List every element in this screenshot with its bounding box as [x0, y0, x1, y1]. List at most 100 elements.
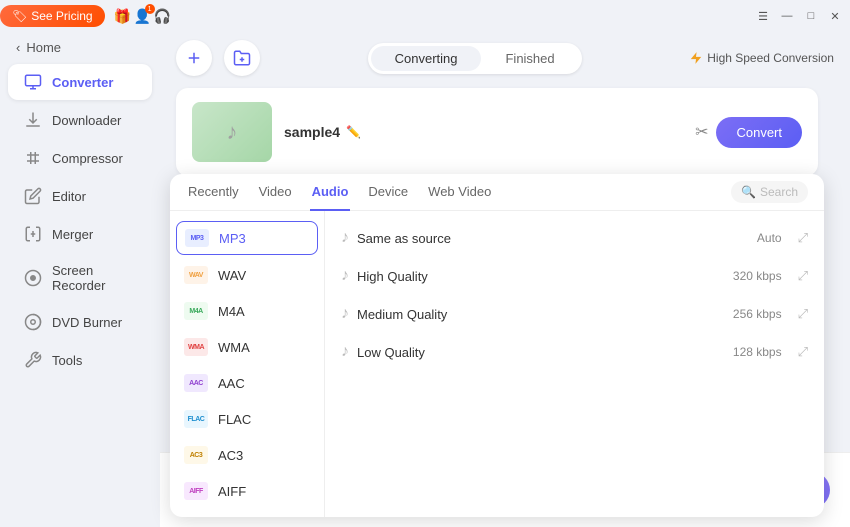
lightning-icon — [689, 51, 703, 65]
tab-converting[interactable]: Converting — [371, 46, 482, 71]
format-item-mp3[interactable]: MP3 MP3 — [176, 221, 318, 255]
file-actions: ✂ Convert — [695, 117, 802, 148]
format-item-aiff[interactable]: AIFF AIFF — [170, 473, 324, 509]
maximize-button[interactable]: □ — [804, 9, 818, 23]
ac3-icon: AC3 — [184, 446, 208, 464]
quality-item-medium[interactable]: ♪ Medium Quality 256 kbps ⤢ — [325, 295, 824, 333]
converter-label: Converter — [52, 75, 113, 90]
sidebar-item-tools[interactable]: Tools — [8, 342, 152, 378]
format-item-flac[interactable]: FLAC FLAC — [170, 401, 324, 437]
file-name-text: sample4 — [284, 124, 340, 140]
window-controls: ☰ — □ ✕ — [756, 9, 842, 23]
main-content: Converting Finished High Speed Conversio… — [160, 0, 850, 527]
sidebar-item-editor[interactable]: Editor — [8, 178, 152, 214]
sidebar-item-dvd-burner[interactable]: DVD Burner — [8, 304, 152, 340]
tab-web-video[interactable]: Web Video — [426, 174, 493, 211]
m4a-icon: M4A — [184, 302, 208, 320]
quality-label-same: Same as source — [357, 231, 749, 246]
downloader-icon — [24, 111, 42, 129]
back-home-button[interactable]: ‹ Home — [0, 32, 160, 63]
sidebar-item-compressor[interactable]: Compressor — [8, 140, 152, 176]
aac-label: AAC — [218, 376, 245, 391]
hamburger-icon[interactable]: ☰ — [756, 9, 770, 23]
close-button[interactable]: ✕ — [828, 9, 842, 23]
search-icon: 🔍 — [741, 185, 756, 199]
conversion-tab-group: Converting Finished — [368, 43, 582, 74]
add-folder-icon — [233, 49, 251, 67]
compressor-icon — [24, 149, 42, 167]
user-icon[interactable]: 👤 1 — [133, 6, 153, 26]
music-note-icon-q1: ♪ — [341, 267, 349, 285]
tab-audio[interactable]: Audio — [310, 174, 351, 211]
quality-label-high: High Quality — [357, 269, 725, 284]
wav-label: WAV — [218, 268, 246, 283]
aac-icon: AAC — [184, 374, 208, 392]
aiff-label: AIFF — [218, 484, 246, 499]
quality-item-high[interactable]: ♪ High Quality 320 kbps ⤢ — [325, 257, 824, 295]
file-thumbnail: ♪ — [192, 102, 272, 162]
editor-label: Editor — [52, 189, 86, 204]
music-note-icon: ♪ — [227, 119, 238, 145]
see-pricing-label: See Pricing — [31, 9, 92, 23]
tab-video[interactable]: Video — [257, 174, 294, 211]
format-item-wma[interactable]: WMA WMA — [170, 329, 324, 365]
quality-edit-low[interactable]: ⤢ — [798, 344, 808, 360]
format-item-aac[interactable]: AAC AAC — [170, 365, 324, 401]
headset-icon[interactable]: 🎧 — [153, 6, 173, 26]
content-area: ♪ sample4 ✏️ ✂ Convert Recently Video Au — [160, 84, 834, 452]
add-file-button[interactable] — [176, 40, 212, 76]
quality-value-low: 128 kbps — [733, 345, 782, 359]
quality-edit-same[interactable]: ⤢ — [798, 230, 808, 246]
convert-button[interactable]: Convert — [716, 117, 802, 148]
format-tabs-row: Recently Video Audio Device Web Video 🔍 … — [170, 174, 824, 211]
titlebar-left: 🏷 See Pricing 🎁 👤 1 🎧 — [0, 0, 173, 32]
top-toolbar: Converting Finished High Speed Conversio… — [160, 32, 850, 84]
edit-name-icon[interactable]: ✏️ — [346, 125, 361, 139]
format-item-m4a[interactable]: M4A M4A — [170, 293, 324, 329]
wav-icon: WAV — [184, 266, 208, 284]
compressor-label: Compressor — [52, 151, 123, 166]
quality-value-same: Auto — [757, 231, 782, 245]
dvd-burner-icon — [24, 313, 42, 331]
quality-item-low[interactable]: ♪ Low Quality 128 kbps ⤢ — [325, 333, 824, 371]
dropdown-body: MP3 MP3 WAV WAV M4A M4A WMA — [170, 211, 824, 517]
minimize-button[interactable]: — — [780, 9, 794, 23]
sidebar: ‹ Home Converter Downloader Compressor E… — [0, 0, 160, 527]
flac-label: FLAC — [218, 412, 251, 427]
sidebar-item-downloader[interactable]: Downloader — [8, 102, 152, 138]
mp3-icon: MP3 — [185, 229, 209, 247]
music-note-icon-q3: ♪ — [341, 343, 349, 361]
wma-icon: WMA — [184, 338, 208, 356]
format-item-wav[interactable]: WAV WAV — [170, 257, 324, 293]
tools-label: Tools — [52, 353, 82, 368]
add-file-icon — [185, 49, 203, 67]
dropdown-inner: Recently Video Audio Device Web Video 🔍 … — [170, 174, 824, 517]
file-name: sample4 ✏️ — [284, 124, 683, 140]
scissors-icon[interactable]: ✂ — [695, 122, 708, 142]
gift-icon[interactable]: 🎁 — [113, 6, 133, 26]
tab-finished[interactable]: Finished — [481, 46, 578, 71]
merger-icon — [24, 225, 42, 243]
quality-list: ♪ Same as source Auto ⤢ ♪ High Quality 3… — [325, 211, 824, 517]
sidebar-item-merger[interactable]: Merger — [8, 216, 152, 252]
dvd-burner-label: DVD Burner — [52, 315, 122, 330]
tab-recently[interactable]: Recently — [186, 174, 241, 211]
see-pricing-button[interactable]: 🏷 See Pricing — [0, 5, 105, 27]
music-note-icon-q0: ♪ — [341, 229, 349, 247]
format-item-ac3[interactable]: AC3 AC3 — [170, 437, 324, 473]
quality-item-same[interactable]: ♪ Same as source Auto ⤢ — [325, 219, 824, 257]
editor-icon — [24, 187, 42, 205]
sidebar-item-screen-recorder[interactable]: Screen Recorder — [8, 254, 152, 302]
titlebar: 🏷 See Pricing 🎁 👤 1 🎧 ☰ — □ ✕ — [0, 0, 850, 32]
tab-device[interactable]: Device — [366, 174, 410, 211]
add-folder-button[interactable] — [224, 40, 260, 76]
quality-edit-high[interactable]: ⤢ — [798, 268, 808, 284]
search-placeholder: Search — [760, 185, 798, 199]
sidebar-item-converter[interactable]: Converter — [8, 64, 152, 100]
tools-icon — [24, 351, 42, 369]
format-dropdown: Recently Video Audio Device Web Video 🔍 … — [170, 174, 824, 517]
back-arrow-icon: ‹ — [16, 40, 20, 55]
format-search-box[interactable]: 🔍 Search — [731, 181, 808, 203]
quality-edit-medium[interactable]: ⤢ — [798, 306, 808, 322]
mp3-label: MP3 — [219, 231, 246, 246]
